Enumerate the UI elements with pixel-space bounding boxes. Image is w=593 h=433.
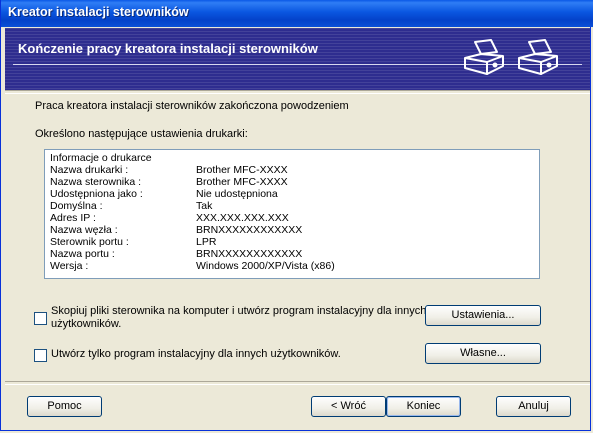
footer-divider — [5, 381, 590, 385]
banner-title: Kończenie pracy kreatora instalacji ster… — [18, 41, 318, 56]
info-value: LPR — [196, 236, 217, 248]
info-key: Domyślna : — [50, 200, 103, 212]
list-item: Nazwa węzła : BRNXXXXXXXXXXXX — [50, 224, 302, 236]
info-key: Nazwa sterownika : — [50, 176, 142, 188]
custom-button-label: Własne... — [460, 347, 506, 359]
list-item: Nazwa portu : BRNXXXXXXXXXXXX — [50, 248, 302, 260]
installer-only-checkbox[interactable] — [34, 349, 47, 362]
info-value: BRNXXXXXXXXXXXX — [196, 224, 303, 236]
info-value: Nie udostępniona — [196, 188, 278, 200]
list-item: Sterownik portu : LPR — [50, 236, 216, 248]
info-value: Brother MFC-XXXX — [196, 176, 288, 188]
list-item: Nazwa drukarki : Brother MFC-XXXX — [50, 164, 288, 176]
finish-button-label: Koniec — [406, 400, 441, 412]
banner-divider — [5, 90, 590, 94]
cancel-button-label: Anuluj — [518, 400, 549, 412]
info-key: Nazwa portu : — [50, 248, 115, 260]
help-button-label: Pomoc — [47, 400, 82, 412]
success-message: Praca kreatora instalacji sterowników za… — [35, 100, 349, 112]
copy-files-label-cont[interactable]: użytkowników. — [51, 318, 121, 330]
list-item: Wersja : Windows 2000/XP/Vista (x86) — [50, 260, 335, 272]
title-bar[interactable]: Kreator instalacji sterowników — [1, 0, 593, 27]
settings-button-label: Ustawienia... — [451, 309, 515, 321]
help-button[interactable]: Pomoc — [27, 396, 102, 417]
printer-icon — [518, 39, 558, 75]
wizard-banner: Kończenie pracy kreatora instalacji ster… — [5, 28, 590, 90]
info-value: BRNXXXXXXXXXXXX — [196, 248, 303, 260]
installer-only-label[interactable]: Utwórz tylko program instalacyjny dla in… — [51, 348, 341, 360]
info-key: Sterownik portu : — [50, 236, 129, 248]
list-item: Udostępniona jako : Nie udostępniona — [50, 188, 278, 200]
info-value: Windows 2000/XP/Vista (x86) — [196, 260, 335, 272]
info-value: Tak — [196, 200, 213, 212]
info-key: Nazwa drukarki : — [50, 164, 129, 176]
copy-files-checkbox[interactable] — [34, 312, 47, 325]
custom-button[interactable]: Własne... — [425, 343, 541, 364]
list-item: Domyślna : Tak — [50, 200, 212, 212]
back-button-label: < Wróć — [331, 400, 366, 412]
info-key: Nazwa węzła : — [50, 224, 118, 236]
info-key: Adres IP : — [50, 212, 96, 224]
finish-button[interactable]: Koniec — [386, 396, 461, 417]
printer-info-header: Informacje o drukarce — [50, 152, 152, 164]
info-value: Brother MFC-XXXX — [196, 164, 288, 176]
settings-intro-label: Określono następujące ustawienia drukark… — [35, 128, 248, 140]
wizard-window: Kreator instalacji sterowników Kończenie… — [0, 0, 593, 431]
list-item: Adres IP : XXX.XXX.XXX.XXX — [50, 212, 289, 224]
list-item: Nazwa sterownika : Brother MFC-XXXX — [50, 176, 288, 188]
info-value: XXX.XXX.XXX.XXX — [196, 212, 289, 224]
printer-info-listbox[interactable]: Informacje o drukarce Nazwa drukarki : B… — [44, 149, 540, 279]
copy-files-label[interactable]: Skopiuj pliki sterownika na komputer i u… — [51, 305, 426, 317]
info-key: Udostępniona jako : — [50, 188, 143, 200]
printer-icon — [464, 39, 504, 75]
cancel-button[interactable]: Anuluj — [496, 396, 571, 417]
window-title: Kreator instalacji sterowników — [8, 5, 189, 19]
back-button[interactable]: < Wróć — [311, 396, 386, 417]
settings-button[interactable]: Ustawienia... — [425, 305, 541, 326]
info-key: Wersja : — [50, 260, 89, 272]
